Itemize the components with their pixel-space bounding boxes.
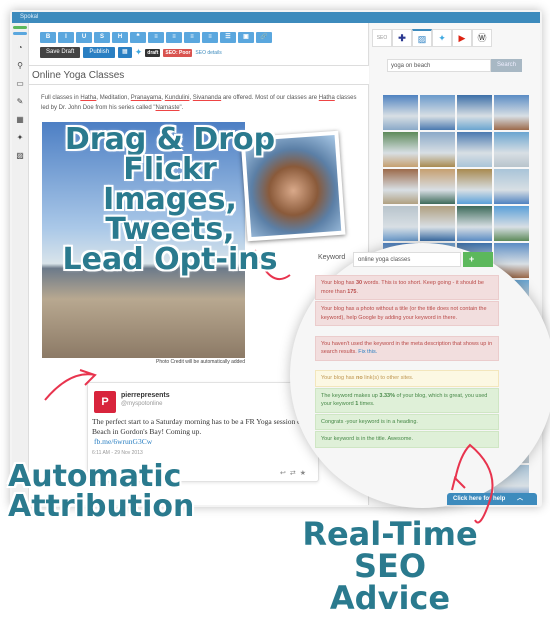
callout-line: Lead Opt-ins [62, 242, 278, 277]
callout-line: Automatic [8, 459, 182, 494]
callout-line: Tweets, [105, 212, 235, 247]
callout-drag-drop: Drag & Drop Flickr Images, Tweets, Lead … [55, 125, 285, 275]
callout-line: Advice [329, 579, 451, 617]
callout-line: Flickr Images, [103, 152, 237, 217]
callout-attribution: Automatic Attribution [8, 462, 194, 522]
callout-line: Drag & Drop [64, 122, 276, 157]
callout-line: Attribution [8, 489, 195, 524]
arrow-attribution [44, 369, 97, 401]
callout-line: Real-Time SEO [302, 515, 478, 585]
arrow-seo [451, 443, 494, 524]
